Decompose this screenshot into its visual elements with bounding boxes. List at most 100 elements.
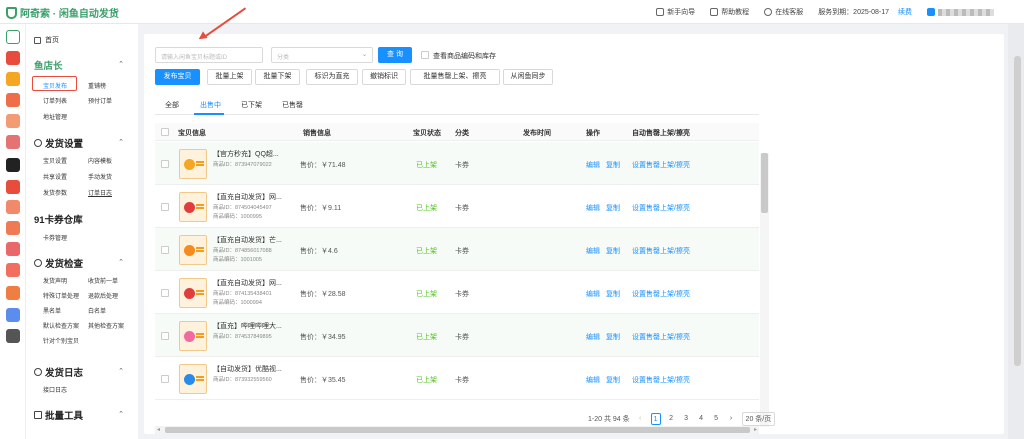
renew-link[interactable]: 续费 [898, 7, 912, 17]
app-icon-red[interactable] [6, 51, 20, 65]
set-auto-restock-link[interactable]: 设置售罄上架/擦亮 [632, 246, 690, 256]
scrollbar-thumb[interactable] [165, 427, 750, 433]
item-thumbnail[interactable] [179, 149, 207, 179]
sidebar-item-other-plan[interactable]: 其他检查方案 [88, 321, 124, 330]
sidebar-item-manual[interactable]: 手动发货 [88, 172, 112, 181]
sidebar-item-blacklist[interactable]: 黑名单 [43, 306, 61, 315]
app-icon-orange[interactable] [6, 93, 20, 107]
chevron-up-icon[interactable]: ⌃ [118, 60, 124, 68]
item-title[interactable]: 【直充】哔哩哔哩大... [213, 321, 282, 331]
row-checkbox[interactable] [161, 289, 169, 297]
qr-icon[interactable] [6, 30, 20, 44]
sync-xianyu-button[interactable]: 从闲鱼同步 [503, 69, 553, 85]
edit-link[interactable]: 编辑 [586, 246, 600, 256]
app-icon-thumb[interactable] [6, 221, 20, 235]
page-5[interactable]: 5 [712, 413, 721, 425]
section-yudianzhang[interactable]: 鱼店长 [34, 58, 63, 72]
table-horizontal-scrollbar[interactable]: ◂ ▸ [155, 426, 759, 434]
app-icon-pink[interactable] [6, 135, 20, 149]
section-batch-tools[interactable]: 批量工具 [34, 408, 83, 422]
sidebar-item-individual[interactable]: 针对个别宝贝 [43, 336, 79, 345]
app-icon-store[interactable] [6, 180, 20, 194]
item-thumbnail[interactable] [179, 321, 207, 351]
search-button[interactable]: 查 询 [378, 47, 412, 63]
row-checkbox[interactable] [161, 203, 169, 211]
chevron-up-icon[interactable]: ⌃ [118, 138, 124, 146]
batch-restock-polish-button[interactable]: 批量售罄上架、擦亮 [410, 69, 500, 85]
sidebar-item-statement[interactable]: 发货声明 [43, 276, 67, 285]
page-scrollbar-thumb[interactable] [1014, 56, 1021, 366]
app-icon-blue[interactable] [6, 308, 20, 322]
select-all-checkbox[interactable] [161, 128, 169, 136]
sidebar-item-card-manage[interactable]: 卡券管理 [43, 233, 67, 242]
table-vertical-scrollbar[interactable] [760, 153, 769, 427]
app-icon-gift[interactable] [6, 200, 20, 214]
sidebar-item-share[interactable]: 共享设置 [43, 172, 67, 181]
item-thumbnail[interactable] [179, 364, 207, 394]
sidebar-item-params[interactable]: 发货参数 [43, 188, 67, 197]
copy-link[interactable]: 复制 [606, 160, 620, 170]
copy-link[interactable]: 复制 [606, 246, 620, 256]
set-auto-restock-link[interactable]: 设置售罄上架/擦亮 [632, 332, 690, 342]
sidebar-item-rebuild[interactable]: 重铺榜 [88, 81, 106, 90]
page-3[interactable]: 3 [682, 413, 691, 425]
set-auto-restock-link[interactable]: 设置售罄上架/擦亮 [632, 289, 690, 299]
sidebar-item-orders[interactable]: 订单列表 [43, 96, 67, 105]
row-checkbox[interactable] [161, 246, 169, 254]
tab-on-sale[interactable]: 出售中 [200, 100, 221, 110]
item-thumbnail[interactable] [179, 192, 207, 222]
set-auto-restock-link[interactable]: 设置售罄上架/擦亮 [632, 203, 690, 213]
scrollbar-thumb[interactable] [761, 153, 768, 213]
copy-link[interactable]: 复制 [606, 289, 620, 299]
copy-link[interactable]: 复制 [606, 332, 620, 342]
page-4[interactable]: 4 [697, 413, 706, 425]
edit-link[interactable]: 编辑 [586, 160, 600, 170]
chevron-up-icon[interactable]: ⌃ [118, 258, 124, 266]
sidebar-item-special-orders[interactable]: 特殊订单处理 [43, 291, 79, 300]
show-code-checkbox[interactable] [421, 51, 429, 59]
item-title[interactable]: 【直充自动发货】芒... [213, 235, 282, 245]
app-icon-bag[interactable] [6, 242, 20, 256]
section-card-warehouse[interactable]: 91卡券仓库 [34, 212, 83, 226]
set-auto-restock-link[interactable]: 设置售罄上架/擦亮 [632, 375, 690, 385]
app-logo[interactable]: 阿奇索 · 闲鱼自动发货 [6, 5, 119, 20]
edit-link[interactable]: 编辑 [586, 332, 600, 342]
prev-page-button[interactable]: ‹ [636, 413, 645, 425]
app-icon-shop[interactable] [6, 263, 20, 277]
edit-link[interactable]: 编辑 [586, 375, 600, 385]
set-auto-restock-link[interactable]: 设置售罄上架/擦亮 [632, 160, 690, 170]
user-account[interactable] [927, 8, 994, 16]
publish-button[interactable]: 发布宝贝 [155, 69, 200, 85]
edit-link[interactable]: 编辑 [586, 289, 600, 299]
row-checkbox[interactable] [161, 160, 169, 168]
batch-list-button[interactable]: 批量上架 [207, 69, 252, 85]
mark-direct-button[interactable]: 标识为直充 [306, 69, 358, 85]
next-page-button[interactable]: › [727, 413, 736, 425]
edit-link[interactable]: 编辑 [586, 203, 600, 213]
sidebar-item-refund[interactable]: 退款后处理 [88, 291, 118, 300]
sidebar-item-api-log[interactable]: 接口日志 [43, 385, 67, 394]
section-delivery-log[interactable]: 发货日志 [34, 365, 83, 379]
sidebar-item-default-plan[interactable]: 默认检查方案 [43, 321, 79, 330]
app-icon-gray[interactable] [6, 329, 20, 343]
category-select[interactable]: 分类 ⌄ [271, 47, 373, 63]
sidebar-item-whitelist[interactable]: 白名单 [88, 306, 106, 315]
section-delivery-settings[interactable]: 发货设置 [34, 136, 83, 150]
row-checkbox[interactable] [161, 375, 169, 383]
item-title[interactable]: 【官方秒充】QQ超... [213, 149, 279, 159]
item-title[interactable]: 【直充自动发货】网... [213, 278, 282, 288]
copy-link[interactable]: 复制 [606, 375, 620, 385]
batch-delist-button[interactable]: 批量下架 [255, 69, 300, 85]
sidebar-item-template[interactable]: 内容模板 [88, 156, 112, 165]
app-icon-cart[interactable] [6, 286, 20, 300]
page-size-select[interactable]: 20 条/页 [741, 412, 776, 426]
chevron-up-icon[interactable]: ⌃ [118, 410, 124, 418]
chevron-up-icon[interactable]: ⌃ [118, 367, 124, 375]
sidebar-item-order-log[interactable]: 订单日志 [88, 188, 112, 197]
page-1[interactable]: 1 [650, 413, 661, 425]
scroll-left-icon[interactable]: ◂ [157, 426, 160, 433]
item-title[interactable]: 【直充自动发货】网... [213, 192, 282, 202]
scroll-right-icon[interactable]: ▸ [754, 426, 757, 433]
revoke-mark-button[interactable]: 撤销标识 [362, 69, 406, 85]
sidebar-home[interactable]: 首页 [34, 35, 59, 45]
